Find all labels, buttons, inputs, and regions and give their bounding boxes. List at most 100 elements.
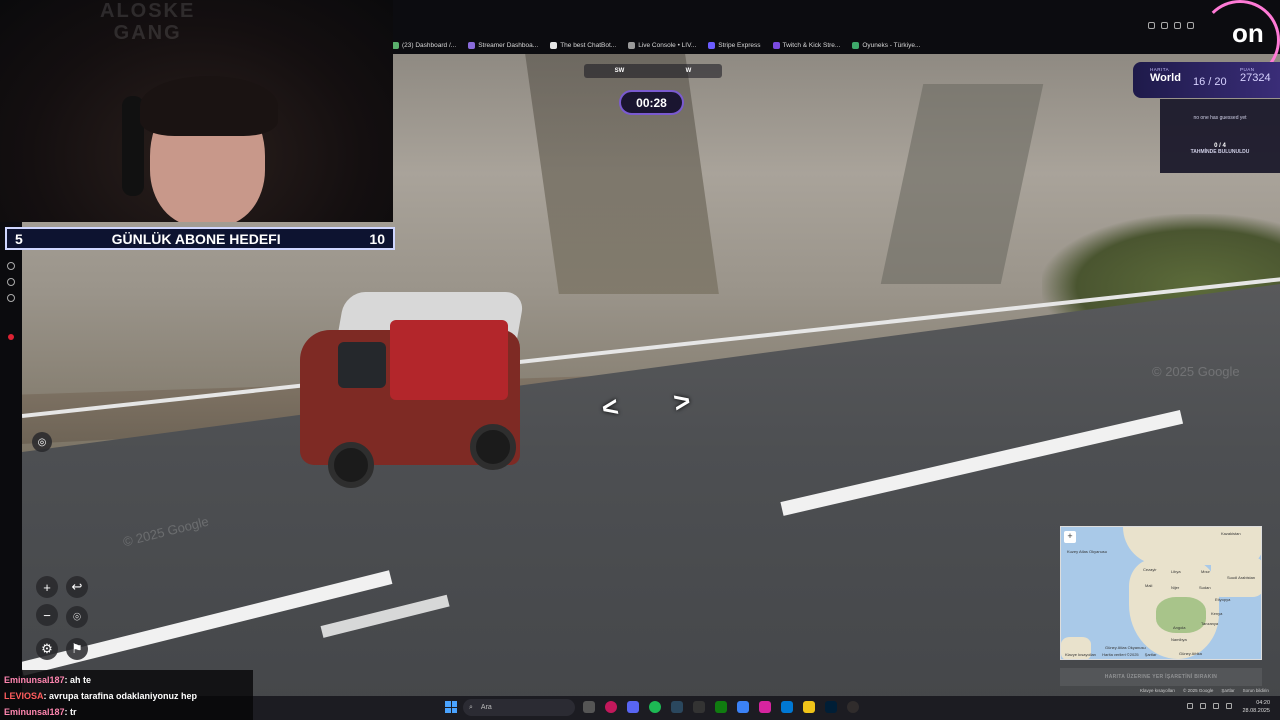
country-label: Mısır <box>1201 569 1210 574</box>
guess-label: TAHMİNDE BULUNULDU <box>1190 149 1250 155</box>
country-label: Nijer <box>1171 585 1180 590</box>
round-timer: 00:28 <box>619 90 684 115</box>
compass-heading: W <box>685 68 692 74</box>
pin-icon[interactable] <box>1148 22 1155 29</box>
bookmark-icon <box>708 41 716 49</box>
chat-message: Eminunsal187: ah te <box>4 675 92 685</box>
goal-current: 5 <box>15 230 23 247</box>
country-label: Suudi Arabistan <box>1227 575 1256 580</box>
photoshop-icon[interactable] <box>825 701 837 713</box>
screen: © 2025 Google © 2025 Google < > ◎ + − ↩ … <box>0 0 1280 720</box>
bookmark-icon <box>628 41 636 49</box>
instagram-icon[interactable] <box>759 701 771 713</box>
bookmark-icon <box>392 41 399 49</box>
bookmark[interactable]: (23) Dashboard /... <box>392 41 456 49</box>
country-label: Namibya <box>1171 637 1187 642</box>
game-status-panel: HARITA World 16 / 20 PUAN 27324 <box>1133 62 1280 98</box>
streamer-hair <box>140 76 278 136</box>
round-value: 16 / 20 <box>1193 76 1227 88</box>
ocean-label: Güney Atlas Okyanusu <box>1105 645 1146 650</box>
bookmarks-bar: (23) Dashboard /... Streamer Dashboa... … <box>392 37 920 53</box>
game-logo: on <box>1232 18 1264 48</box>
webcam-feed: ALOSKE GANG <box>0 0 393 222</box>
points-value: 27324 <box>1240 72 1271 84</box>
country-label: Libya <box>1171 569 1181 574</box>
goal-title: GÜNLÜK ABONE HEDEFI <box>111 230 281 247</box>
copilot-icon[interactable] <box>737 701 749 713</box>
search-icon: ⌕ <box>469 703 473 711</box>
browser-app-icon[interactable] <box>605 701 617 713</box>
system-tray <box>1187 703 1232 709</box>
subscriber-goal-bar: 5 GÜNLÜK ABONE HEDEFI 10 <box>5 227 395 250</box>
bookmark[interactable]: Twitch & Kick Stre... <box>772 41 840 49</box>
camera-toggle-icon[interactable]: ◎ <box>32 432 52 452</box>
bookmark[interactable]: Live Console • LIV... <box>628 41 696 49</box>
start-button[interactable] <box>445 701 457 713</box>
settings-icon[interactable] <box>7 294 15 302</box>
network-icon[interactable] <box>1213 703 1219 709</box>
chat-overlay: Eminunsal187: ah te LEVIOSA: avrupa tara… <box>0 670 253 720</box>
play-icon[interactable] <box>1187 22 1194 29</box>
volume-icon[interactable] <box>1226 703 1232 709</box>
country-label: Kazakistan <box>1221 531 1241 536</box>
bookmark[interactable]: Stripe Express <box>708 41 761 49</box>
browser-toolbar-icons <box>1148 22 1194 29</box>
bookmark-icon <box>550 41 558 49</box>
no-guess-text: no one has guessed yet <box>1193 115 1247 121</box>
rock-shadow <box>525 54 719 294</box>
xbox-icon[interactable] <box>715 701 727 713</box>
google-watermark: © 2025 Google <box>1152 364 1240 379</box>
goal-target: 10 <box>369 230 385 247</box>
bookmark-icon <box>468 41 476 49</box>
minimap-attribution: Klavye kısayolları Harita verileri ©2025… <box>1065 652 1157 657</box>
obs-icon[interactable] <box>847 701 859 713</box>
history-icon[interactable] <box>7 262 15 270</box>
epic-games-icon[interactable] <box>693 701 705 713</box>
bookmark[interactable]: Streamer Dashboa... <box>468 41 538 49</box>
minimap-zoom-in-button[interactable]: + <box>1064 531 1076 543</box>
zoom-in-button[interactable]: + <box>36 576 58 598</box>
bookmark[interactable]: Oyuneks - Türkiye... <box>852 41 920 49</box>
record-icon[interactable] <box>8 334 14 340</box>
channel-logo: ALOSKE GANG <box>100 0 196 44</box>
windows-taskbar: ⌕ Ara 04:20 28.08.2025 <box>253 696 1280 720</box>
guess-minimap[interactable]: + Kuzey Atlas Okyanusu Güney Atlas Okyan… <box>1060 526 1262 660</box>
task-view-icon[interactable] <box>583 701 595 713</box>
country-label: Mali <box>1145 583 1153 588</box>
guess-panel: no one has guessed yet 0 / 4 TAHMİNDE BU… <box>1160 99 1280 173</box>
bookmark-icon <box>772 41 780 49</box>
compass-bar: SW W <box>584 64 722 78</box>
shield-icon[interactable] <box>1174 22 1181 29</box>
bookmark-icon <box>852 41 860 49</box>
undo-move-button[interactable]: ↩ <box>66 576 88 598</box>
tray-chevron-icon[interactable] <box>1187 703 1193 709</box>
country-label: Etiyopya <box>1215 597 1231 602</box>
return-to-start-icon[interactable]: ⌾ <box>66 606 88 628</box>
file-explorer-icon[interactable] <box>803 701 815 713</box>
map-footer: Klavye kısayolları © 2025 Google Şartlar… <box>1140 688 1269 693</box>
settings-gear-icon[interactable]: ⚙ <box>36 638 58 660</box>
country-label: Cezayir <box>1143 567 1157 572</box>
tray-app-icon[interactable] <box>1200 703 1206 709</box>
discord-icon[interactable] <box>627 701 639 713</box>
chat-message: LEVIOSA: avrupa tarafina odaklaniyonuz h… <box>4 691 198 701</box>
map-value: World <box>1150 72 1181 84</box>
tab-icon[interactable] <box>1161 22 1168 29</box>
delivery-van <box>280 290 530 495</box>
zoom-out-button[interactable]: − <box>36 604 58 626</box>
left-sidebar <box>0 250 22 696</box>
taskbar-search[interactable]: ⌕ Ara <box>463 699 575 716</box>
spotify-icon[interactable] <box>649 701 661 713</box>
steam-icon[interactable] <box>671 701 683 713</box>
chat-message: Eminunsal187: tr <box>4 707 77 717</box>
taskbar-clock[interactable]: 04:20 28.08.2025 <box>1242 699 1270 715</box>
bookmark[interactable]: The best ChatBot... <box>550 41 616 49</box>
place-marker-button[interactable]: HARITA ÜZERINE YER İŞARETİNİ BIRAKIN <box>1060 668 1262 686</box>
compass-heading: SW <box>614 68 625 74</box>
extension-icon[interactable] <box>7 278 15 286</box>
ocean-label: Kuzey Atlas Okyanusu <box>1067 549 1108 554</box>
country-label: Kenya <box>1211 611 1223 616</box>
flag-icon[interactable]: ⚑ <box>66 638 88 660</box>
mail-icon[interactable] <box>781 701 793 713</box>
country-label: Güney Afrika <box>1179 651 1202 656</box>
